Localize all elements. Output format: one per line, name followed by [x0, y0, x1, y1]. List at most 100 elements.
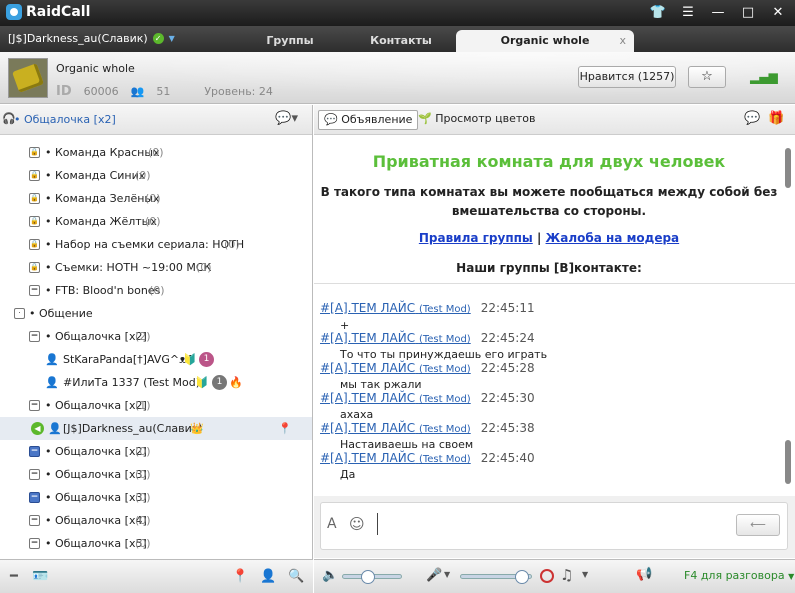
collapse-icon[interactable]: −	[29, 446, 40, 457]
message-text: мы так ржали	[340, 378, 422, 391]
collapse-icon[interactable]: −	[29, 331, 40, 342]
contact-card-icon[interactable]: 🪪	[32, 569, 48, 584]
chat-options-icon[interactable]: 💬▾	[275, 111, 298, 126]
channel-count: (2)	[135, 330, 151, 343]
collapse-icon[interactable]: ·	[14, 308, 25, 319]
location-icon[interactable]: 📍	[232, 569, 248, 584]
chat-scrollbar[interactable]	[785, 440, 791, 484]
chat-settings-icon[interactable]: 💬	[744, 111, 760, 126]
channel-label: • Общалочка [x4]	[45, 514, 147, 527]
channel-item[interactable]: − • Общалочка [x2] (2)	[0, 325, 312, 348]
channel-item[interactable]: − • Общалочка [x2] (0)	[0, 440, 312, 463]
view-colors-button[interactable]: 🌱 Просмотр цветов	[418, 110, 536, 130]
speaker-icon[interactable]: 🔈	[322, 568, 338, 583]
user-icon[interactable]: 👤	[260, 569, 276, 584]
back-icon[interactable]: ◀	[31, 422, 44, 435]
menu-icon[interactable]: ☰	[677, 2, 699, 22]
message-author[interactable]: #[A].ТЕМ ЛАЙС (Test Mod)	[320, 451, 471, 465]
like-button[interactable]: Нравится (1257)	[578, 66, 676, 88]
collapse-icon[interactable]: −	[29, 492, 40, 503]
maximize-button[interactable]: □	[737, 2, 759, 22]
current-channel[interactable]: • Общалочка [x2]	[14, 113, 116, 126]
tab-groups[interactable]: Группы	[248, 30, 332, 52]
message-text: Да	[340, 468, 356, 481]
slider-knob[interactable]	[361, 570, 375, 584]
collapse-icon[interactable]: −	[29, 515, 40, 526]
emoji-icon[interactable]: ☺	[349, 515, 365, 533]
voice-bar: 🔈 🎤 ▼ ♫ ▼ 📢 F4 для разговора ▼	[314, 559, 795, 593]
message-author[interactable]: #[A].ТЕМ ЛАЙС (Test Mod)	[320, 301, 471, 315]
microphone-icon[interactable]: 🎤	[426, 568, 442, 583]
channel-label: • Общение	[29, 307, 93, 320]
channel-item[interactable]: 🔒 • Команда Жёлтых (0)	[0, 210, 312, 233]
user-item-self[interactable]: ◀ 👤 [J$]Darkness_au(Славик) 👑 📍	[0, 417, 312, 440]
channel-item[interactable]: − • Общалочка [x4] (0)	[0, 509, 312, 532]
close-button[interactable]: ✕	[767, 2, 789, 22]
font-icon[interactable]: A	[327, 516, 337, 532]
minimize-button[interactable]: —	[707, 2, 729, 22]
talk-mode-selector[interactable]: F4 для разговора ▼	[684, 569, 794, 582]
announcement-line: В такого типа комнатах вы можете пообщат…	[320, 185, 778, 199]
chevron-down-icon[interactable]: ▼	[169, 34, 175, 43]
channel-item[interactable]: − • FTB: Blood'n bones (0)	[0, 279, 312, 302]
channel-label: • Съемки: НОТН ~19:00 МСК	[45, 261, 212, 274]
channel-label: • Общалочка [x2]	[45, 399, 147, 412]
favorite-star-button[interactable]: ☆	[688, 66, 726, 88]
tab-contacts[interactable]: Контакты	[346, 30, 456, 52]
group-avatar[interactable]	[8, 58, 48, 98]
chevron-down-icon[interactable]: ▼	[444, 570, 450, 579]
raidcall-logo-icon	[6, 4, 22, 20]
apps-icon[interactable]: 🎁	[768, 111, 784, 126]
send-button[interactable]: ⟵	[736, 514, 780, 536]
channel-item[interactable]: 🔒 • Команда Синих (0)	[0, 164, 312, 187]
collapse-icon[interactable]: −	[29, 285, 40, 296]
message-text: Настаиваешь на своем	[340, 438, 474, 451]
title-bar: RaidCall 👕 ☰ — □ ✕	[0, 0, 795, 26]
channel-item[interactable]: − • Общалочка [x5] (0)	[0, 532, 312, 555]
mic-volume-slider[interactable]	[460, 570, 532, 584]
channel-label: • Общалочка [x2]	[45, 445, 147, 458]
message-input[interactable]: A ☺	[320, 502, 788, 550]
announcement-scrollbar[interactable]	[785, 148, 791, 188]
slider-knob[interactable]	[515, 570, 529, 584]
user-item[interactable]: 👤 StKaraPanda[†]AVG^ᴥ^ 🔰 1	[0, 348, 312, 371]
channel-item[interactable]: 🔒 • Команда Зелёных (0)	[0, 187, 312, 210]
channel-count: (0)	[148, 146, 164, 159]
speaker-volume-slider[interactable]	[342, 570, 402, 584]
announcement-button[interactable]: 💬 Объявление	[318, 110, 419, 130]
channel-item[interactable]: − • Общалочка [x3] (0)	[0, 486, 312, 509]
channel-item[interactable]: − • Общалочка [x2] (1)	[0, 394, 312, 417]
tab-organic-whole[interactable]: Organic whole x	[456, 30, 634, 52]
channel-item[interactable]: − • Общалочка [x3] (0)	[0, 463, 312, 486]
skin-icon[interactable]: 👕	[647, 2, 669, 22]
channel-item[interactable]: · • Общение	[0, 302, 312, 325]
message-author[interactable]: #[A].ТЕМ ЛАЙС (Test Mod)	[320, 421, 471, 435]
channel-item[interactable]: 🔒 • Набор на съемки сериала: НОТН (0)	[0, 233, 312, 256]
search-icon[interactable]: 🔍	[288, 569, 304, 584]
group-rules-link[interactable]: Правила группы	[419, 231, 533, 245]
message-author[interactable]: #[A].ТЕМ ЛАЙС (Test Mod)	[320, 331, 471, 345]
channel-item[interactable]: 🔒 • Съемки: НОТН ~19:00 МСК (0)	[0, 256, 312, 279]
report-moderator-link[interactable]: Жалоба на модера	[546, 231, 680, 245]
minus-icon[interactable]: ━	[10, 569, 18, 584]
message-author[interactable]: #[A].ТЕМ ЛАЙС (Test Mod)	[320, 361, 471, 375]
channel-panel: 🎧 • Общалочка [x2] 💬▾ 🔒 • Команда Красных…	[0, 105, 313, 559]
channel-item[interactable]: 🔒 • Команда Красных (0)	[0, 141, 312, 164]
user-item[interactable]: 👤 #ИлиТа 1337 (Test Mod) 🔰 1 🔥	[0, 371, 312, 394]
record-icon[interactable]	[540, 569, 554, 583]
collapse-icon[interactable]: −	[29, 400, 40, 411]
chevron-down-icon[interactable]: ▼	[582, 570, 588, 579]
music-icon[interactable]: ♫	[560, 566, 573, 584]
location-pin-icon[interactable]: 📍	[278, 417, 292, 440]
user-icon: 👤	[48, 422, 62, 435]
signal-strength-icon: ▂▄▆	[750, 70, 778, 84]
collapse-icon[interactable]: −	[29, 538, 40, 549]
channel-count: (0)	[135, 445, 151, 458]
lock-icon: 🔒	[29, 262, 40, 273]
channel-count: (0)	[135, 169, 151, 182]
message-author[interactable]: #[A].ТЕМ ЛАЙС (Test Mod)	[320, 391, 471, 405]
user-status[interactable]: [J$]Darkness_au(Славик) ✓ ▼	[8, 32, 175, 45]
collapse-icon[interactable]: −	[29, 469, 40, 480]
message-time: 22:45:30	[480, 391, 535, 405]
close-tab-icon[interactable]: x	[619, 30, 626, 52]
